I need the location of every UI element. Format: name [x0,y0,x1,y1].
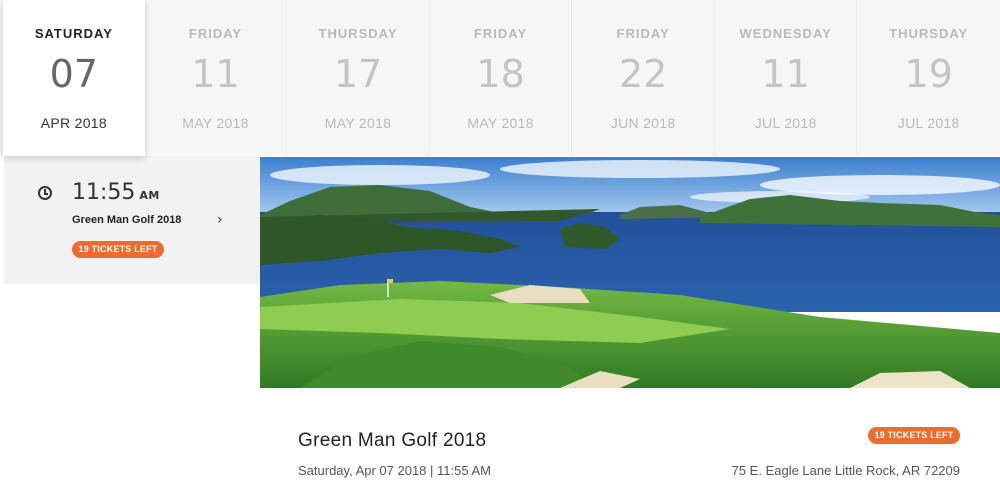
event-address: 75 E. Eagle Lane Little Rock, AR 72209 [731,463,960,478]
date-tab-6[interactable]: THURSDAY 19 JUL 2018 [857,0,1000,156]
event-datetime: Saturday, Apr 07 2018 | 11:55 AM [298,463,491,478]
date-month: APR 2018 [40,115,107,131]
session-name: Green Man Golf 2018 [72,214,182,226]
date-month: MAY 2018 [324,115,392,131]
date-weekday: THURSDAY [318,26,398,41]
date-month: JUN 2018 [610,115,676,131]
date-day: 18 [476,52,525,96]
date-day: 11 [191,52,240,96]
session-time-value: 11:55 [72,180,136,205]
event-title: Green Man Golf 2018 [298,430,487,451]
event-details: Green Man Golf 2018 Saturday, Apr 07 201… [260,388,1000,496]
session-ampm: AM [139,189,160,202]
chevron-right-icon[interactable]: › [217,212,223,228]
date-day: 17 [333,52,383,96]
event-hero-image [260,157,1000,388]
date-month: JUL 2018 [754,115,817,131]
date-tab-3[interactable]: FRIDAY 18 MAY 2018 [430,0,573,156]
date-weekday: FRIDAY [473,26,528,41]
session-time: 11:55 AM [72,180,160,205]
date-tab-2[interactable]: THURSDAY 17 MAY 2018 [287,0,430,156]
date-day: 19 [904,52,953,96]
clock-icon [38,186,52,200]
date-selector: SATURDAY 07 APR 2018 FRIDAY 11 MAY 2018 … [0,0,1000,156]
date-tab-4[interactable]: FRIDAY 22 JUN 2018 [572,0,715,156]
date-day: 22 [618,52,668,96]
date-weekday: THURSDAY [889,26,969,41]
tickets-left-badge: 19 TICKETS LEFT [72,241,164,258]
date-month: MAY 2018 [182,115,249,131]
date-month: JUL 2018 [897,115,960,131]
date-weekday: FRIDAY [188,26,243,41]
date-month: MAY 2018 [467,115,534,131]
date-tab-1[interactable]: FRIDAY 11 MAY 2018 [145,0,288,156]
date-weekday: FRIDAY [616,26,670,41]
session-item[interactable]: 11:55 AM Green Man Golf 2018 › 19 TICKETS… [4,156,260,284]
tickets-left-badge: 19 TICKETS LEFT [868,427,960,444]
date-weekday: SATURDAY [34,26,113,41]
date-tab-0[interactable]: SATURDAY 07 APR 2018 [3,0,145,156]
date-day: 11 [761,52,810,96]
date-tab-5[interactable]: WEDNESDAY 11 JUL 2018 [715,0,858,156]
golf-course-photo [260,157,1000,388]
date-day: 07 [49,52,99,96]
date-weekday: WEDNESDAY [739,26,832,41]
